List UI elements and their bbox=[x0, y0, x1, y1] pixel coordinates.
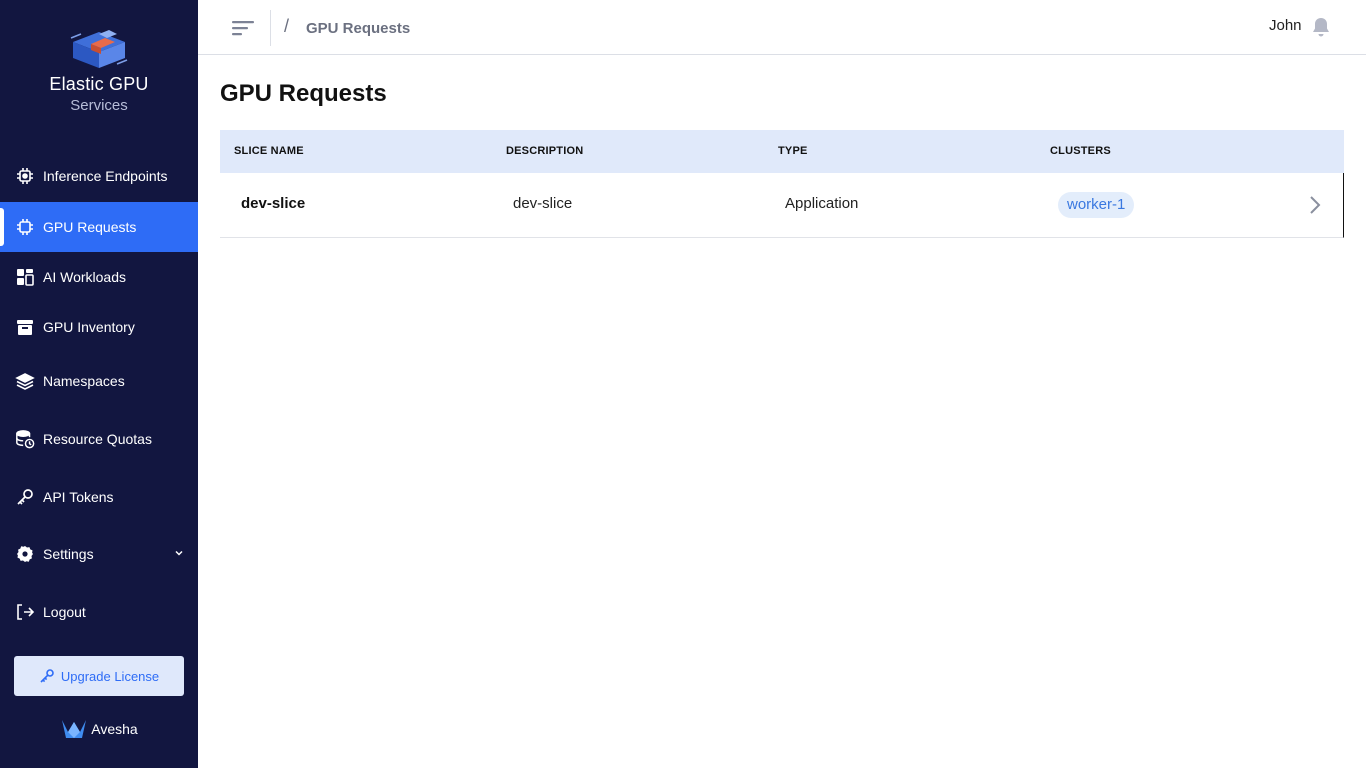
menu-toggle-icon[interactable] bbox=[232, 18, 256, 38]
sidebar-item-label: API Tokens bbox=[43, 489, 114, 505]
sidebar-item-logout[interactable]: Logout bbox=[0, 587, 198, 637]
sidebar-item-ai-workloads[interactable]: AI Workloads bbox=[0, 252, 198, 302]
table-row[interactable]: dev-slice dev-slice Application worker-1 bbox=[220, 173, 1344, 238]
sidebar-item-resource-quotas[interactable]: Resource Quotas bbox=[0, 414, 198, 464]
cluster-badge[interactable]: worker-1 bbox=[1058, 192, 1135, 218]
sidebar-item-settings[interactable]: Settings bbox=[0, 529, 198, 579]
footer-brand: Avesha bbox=[0, 718, 198, 740]
database-clock-icon bbox=[15, 429, 35, 449]
column-header-type: TYPE bbox=[778, 145, 808, 157]
sidebar-item-namespaces[interactable]: Namespaces bbox=[0, 356, 198, 406]
brand-subtitle: Services bbox=[70, 97, 128, 114]
sidebar: Elastic GPU Services Inference Endpoints… bbox=[0, 0, 198, 768]
sidebar-item-label: Namespaces bbox=[43, 373, 125, 389]
chip-icon bbox=[15, 217, 35, 237]
chevron-down-icon[interactable] bbox=[174, 548, 184, 558]
user-name[interactable]: John bbox=[1269, 17, 1302, 34]
upgrade-license-label: Upgrade License bbox=[60, 668, 160, 684]
cell-slice-name: dev-slice bbox=[241, 195, 306, 212]
key-icon bbox=[40, 669, 54, 683]
sidebar-item-label: Inference Endpoints bbox=[43, 168, 168, 184]
sidebar-item-label: Settings bbox=[43, 546, 94, 562]
chip-icon bbox=[15, 166, 35, 186]
sidebar-item-gpu-inventory[interactable]: GPU Inventory bbox=[0, 302, 198, 352]
layers-icon bbox=[15, 371, 35, 391]
sidebar-item-label: GPU Requests bbox=[43, 219, 137, 235]
brand: Elastic GPU Services bbox=[0, 28, 198, 114]
column-header-slice-name: SLICE NAME bbox=[234, 145, 304, 157]
stacked-cubes-logo-icon bbox=[70, 30, 128, 68]
page-title: GPU Requests bbox=[220, 80, 387, 107]
logout-icon bbox=[15, 602, 35, 622]
column-header-clusters: CLUSTERS bbox=[1050, 145, 1111, 157]
chevron-right-icon[interactable] bbox=[1309, 195, 1321, 215]
sidebar-item-gpu-requests[interactable]: GPU Requests bbox=[0, 202, 198, 252]
cell-description: dev-slice bbox=[513, 195, 573, 212]
cell-type: Application bbox=[785, 195, 859, 212]
footer-brand-label: Avesha bbox=[91, 721, 138, 737]
sidebar-item-label: AI Workloads bbox=[43, 269, 126, 285]
brand-title: Elastic GPU bbox=[49, 74, 149, 94]
sidebar-item-api-tokens[interactable]: API Tokens bbox=[0, 472, 198, 522]
key-icon bbox=[15, 487, 35, 507]
header-divider bbox=[270, 10, 271, 46]
crown-logo-icon bbox=[62, 720, 87, 738]
sidebar-item-label: Logout bbox=[43, 604, 86, 620]
top-bar: / GPU Requests John bbox=[198, 0, 1366, 55]
archive-icon bbox=[15, 317, 35, 337]
bell-icon[interactable] bbox=[1311, 16, 1331, 38]
table-header: SLICE NAME DESCRIPTION TYPE CLUSTERS bbox=[220, 130, 1344, 173]
dashboard-icon bbox=[15, 267, 35, 287]
breadcrumb: GPU Requests bbox=[306, 20, 411, 37]
sidebar-item-inference-endpoints[interactable]: Inference Endpoints bbox=[0, 151, 198, 201]
gear-icon bbox=[15, 544, 35, 564]
upgrade-license-button[interactable]: Upgrade License bbox=[14, 656, 184, 696]
gpu-requests-table: SLICE NAME DESCRIPTION TYPE CLUSTERS dev… bbox=[220, 130, 1344, 238]
breadcrumb-separator: / bbox=[284, 16, 290, 36]
column-header-description: DESCRIPTION bbox=[506, 145, 584, 157]
sidebar-item-label: GPU Inventory bbox=[43, 319, 135, 335]
sidebar-item-label: Resource Quotas bbox=[43, 431, 152, 447]
